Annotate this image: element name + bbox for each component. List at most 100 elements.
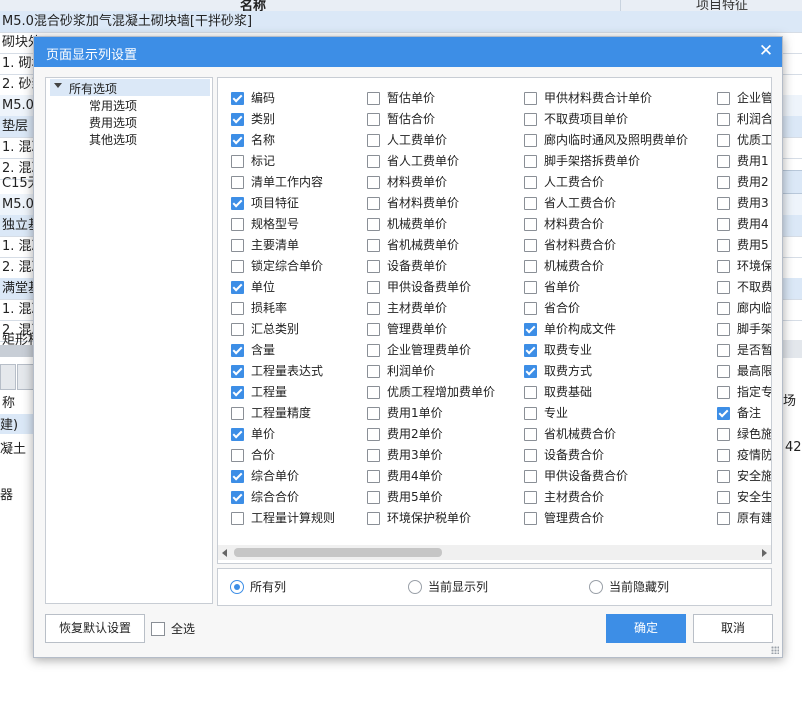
- checkbox-icon: [151, 622, 165, 636]
- column-option-label: 机械费单价: [387, 217, 448, 231]
- checkbox-checked-icon: [231, 386, 244, 399]
- column-option-label: 省材料费合价: [544, 238, 617, 252]
- background-row[interactable]: M5.0混合砂浆加气混凝土砌块墙[干拌砂浆]: [0, 11, 802, 33]
- column-option-label: 最高限: [737, 364, 772, 378]
- column-option-label: 费用5单价: [387, 490, 443, 504]
- column-option-label: 费用2: [737, 175, 769, 189]
- checkbox-icon: [231, 512, 244, 525]
- column-option-label: 类别: [251, 112, 276, 126]
- lower-tab-1[interactable]: [0, 364, 16, 390]
- checkbox-checked-icon: [231, 365, 244, 378]
- column-option-label: 编码: [251, 91, 276, 105]
- dialog-titlebar[interactable]: 页面显示列设置 ✕: [34, 37, 782, 67]
- column-option-label: 工程量计算规则: [251, 511, 336, 525]
- checkbox-icon: [717, 197, 730, 210]
- checkbox-icon: [524, 449, 537, 462]
- column-option-label: 环境保: [737, 259, 772, 273]
- checkbox-icon: [524, 176, 537, 189]
- horizontal-scrollbar[interactable]: [218, 545, 771, 560]
- column-option-label: 工程量表达式: [251, 364, 324, 378]
- checkbox-icon: [367, 134, 380, 147]
- checkbox-icon: [367, 344, 380, 357]
- checkbox-icon: [524, 302, 537, 315]
- column-option-label: 单位: [251, 280, 276, 294]
- column-option-label: 规格型号: [251, 217, 300, 231]
- checkbox-icon: [717, 470, 730, 483]
- checkbox-checked-icon: [231, 92, 244, 105]
- column-option-label: 主材费合价: [544, 490, 605, 504]
- column-option-label: 主要清单: [251, 238, 300, 252]
- checkbox-icon: [367, 470, 380, 483]
- checkbox-icon: [367, 386, 380, 399]
- scroll-thumb[interactable]: [234, 548, 442, 557]
- scroll-right-icon[interactable]: [762, 549, 767, 557]
- checkbox-icon: [367, 323, 380, 336]
- column-option-label: 廊内临时通风及照明费单价: [544, 133, 689, 147]
- column-option-label: 单价构成文件: [544, 322, 617, 336]
- tree-node-common[interactable]: 常用选项: [89, 97, 137, 114]
- tree-node-all-options[interactable]: 所有选项: [50, 79, 210, 96]
- close-icon[interactable]: ✕: [756, 40, 776, 62]
- tree-node-other[interactable]: 其他选项: [89, 131, 137, 148]
- checkbox-icon: [231, 323, 244, 336]
- checkbox-checked-icon: [524, 323, 537, 336]
- column-option-label: 费用1: [737, 154, 769, 168]
- checkbox-icon: [231, 176, 244, 189]
- checkbox-icon: [367, 197, 380, 210]
- column-option-label: 综合单价: [251, 469, 300, 483]
- tree-node-cost[interactable]: 费用选项: [89, 114, 137, 131]
- column-option-label: 费用4: [737, 217, 769, 231]
- radio-label: 当前隐藏列: [609, 580, 670, 594]
- checkbox-icon: [717, 323, 730, 336]
- column-option-label: 暂估合价: [387, 112, 436, 126]
- column-option-label: 甲供材料费合计单价: [544, 91, 653, 105]
- checkbox-icon: [367, 365, 380, 378]
- lower-label-name: 称: [2, 396, 16, 411]
- radio-label: 所有列: [250, 580, 287, 594]
- checkbox-icon: [524, 134, 537, 147]
- checkbox-icon: [717, 512, 730, 525]
- scroll-left-icon[interactable]: [222, 549, 227, 557]
- checkbox-checked-icon: [231, 134, 244, 147]
- filter-radio-group: 所有列 当前显示列 当前隐藏列: [217, 568, 772, 606]
- checkbox-icon: [717, 113, 730, 126]
- column-option-label: 材料费合价: [544, 217, 605, 231]
- checkbox-icon: [524, 491, 537, 504]
- column-option-label: 取费基础: [544, 385, 593, 399]
- column-option-label: 主材费单价: [387, 301, 448, 315]
- checkbox-icon: [231, 449, 244, 462]
- checkbox-icon: [524, 281, 537, 294]
- resize-grip-icon[interactable]: [771, 646, 779, 654]
- column-option-label: 安全生: [737, 490, 772, 504]
- checkbox-checked-icon: [717, 407, 730, 420]
- right-selected-strip: [781, 170, 802, 194]
- checkbox-icon: [717, 491, 730, 504]
- checkbox-icon: [717, 155, 730, 168]
- column-option-label: 优质工: [737, 133, 772, 147]
- column-option-label: 费用3单价: [387, 448, 443, 462]
- checkbox-icon: [231, 260, 244, 273]
- checkbox-icon: [524, 512, 537, 525]
- checkbox-icon: [717, 176, 730, 189]
- ok-button[interactable]: 确定: [606, 614, 686, 643]
- checkbox-icon: [524, 407, 537, 420]
- cancel-button[interactable]: 取消: [693, 614, 773, 643]
- checkbox-icon: [367, 407, 380, 420]
- checkbox-checked-icon: [231, 344, 244, 357]
- column-option-label: 优质工程增加费单价: [387, 385, 496, 399]
- restore-default-button[interactable]: 恢复默认设置: [45, 614, 145, 643]
- radio-icon: [589, 580, 603, 594]
- header-feature-cell: 项目特征: [620, 0, 802, 13]
- radio-icon: [408, 580, 422, 594]
- checkbox-icon: [367, 239, 380, 252]
- column-option-label: 利润单价: [387, 364, 436, 378]
- column-option-label: 设备费单价: [387, 259, 448, 273]
- column-option-label: 省人工费合价: [544, 196, 617, 210]
- checkbox-icon: [717, 386, 730, 399]
- expand-arrow-icon[interactable]: [54, 83, 62, 88]
- column-option-label: 材料费单价: [387, 175, 448, 189]
- column-option-label: 省材料费单价: [387, 196, 460, 210]
- checkbox-icon: [367, 302, 380, 315]
- column-option-label: 备注: [737, 406, 762, 420]
- select-all-label: 全选: [171, 622, 196, 636]
